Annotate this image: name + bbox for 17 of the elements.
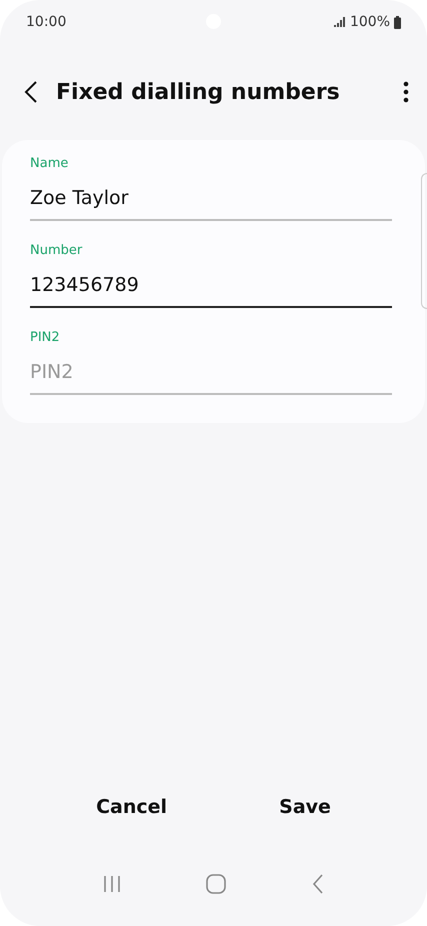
page-title: Fixed dialling numbers xyxy=(56,80,341,104)
action-button[interactable]: Cancel xyxy=(84,790,180,824)
field-label: Name xyxy=(30,156,68,171)
battery-percent: 100% xyxy=(350,14,390,30)
field-label: PIN2 xyxy=(30,330,60,345)
input-field[interactable]: PIN2 xyxy=(30,357,392,395)
action-button[interactable]: Save xyxy=(267,790,343,824)
home-icon[interactable] xyxy=(206,874,226,894)
back-icon[interactable] xyxy=(24,80,38,104)
more-options-icon[interactable] xyxy=(403,81,409,103)
status-time: 10:00 xyxy=(26,14,66,30)
recent-apps-icon[interactable] xyxy=(102,875,121,893)
field-label: Number xyxy=(30,243,82,258)
battery-icon xyxy=(394,16,401,28)
input-field[interactable]: Zoe Taylor xyxy=(30,183,392,221)
input-field[interactable]: 123456789 xyxy=(30,270,392,308)
signal-icon xyxy=(334,17,346,27)
